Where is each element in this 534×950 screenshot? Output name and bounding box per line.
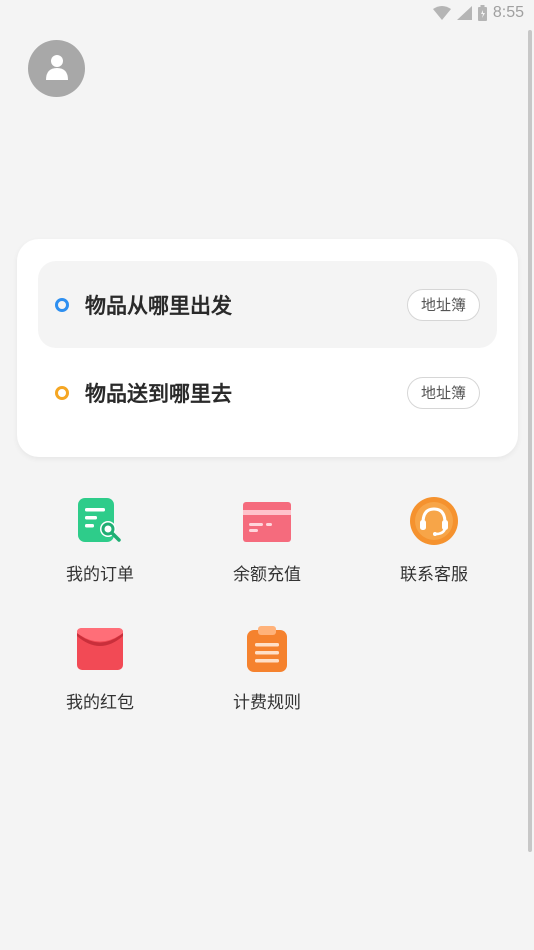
- from-address-book-button[interactable]: 地址簿: [407, 288, 480, 321]
- feature-top-up[interactable]: 余额充值: [197, 496, 337, 585]
- to-address-book-button[interactable]: 地址簿: [407, 376, 480, 409]
- feature-customer-service[interactable]: 联系客服: [364, 496, 504, 585]
- address-card: 物品从哪里出发 地址簿 物品送到哪里去 地址簿: [17, 239, 518, 457]
- from-address-label: 物品从哪里出发: [85, 293, 232, 318]
- wifi-icon: [432, 6, 451, 20]
- feature-my-orders[interactable]: 我的订单: [30, 496, 170, 585]
- from-address-row[interactable]: 物品从哪里出发 地址簿: [38, 261, 497, 348]
- feature-pricing-rules[interactable]: 计费规则: [197, 624, 337, 713]
- from-dot-icon: [55, 297, 69, 312]
- to-address-label: 物品送到哪里去: [85, 381, 232, 406]
- clipboard-icon: [242, 624, 292, 674]
- feature-label: 余额充值: [233, 565, 301, 585]
- headset-icon: [409, 496, 459, 546]
- feature-label: 联系客服: [400, 565, 468, 585]
- status-bar: 8:55: [0, 0, 534, 26]
- red-packet-icon: [75, 624, 125, 674]
- avatar[interactable]: [28, 40, 85, 97]
- card-icon: [242, 496, 292, 546]
- feature-red-packets[interactable]: 我的红包: [30, 624, 170, 713]
- to-address-row[interactable]: 物品送到哪里去 地址簿: [38, 349, 497, 436]
- to-dot-icon: [55, 385, 69, 400]
- scroll-indicator: [528, 30, 532, 852]
- status-time: 8:55: [492, 4, 524, 21]
- battery-icon: [477, 5, 487, 21]
- signal-icon: [456, 6, 472, 20]
- feature-label: 我的订单: [66, 565, 134, 585]
- feature-label: 我的红包: [66, 693, 134, 713]
- user-icon: [45, 54, 69, 84]
- feature-label: 计费规则: [233, 693, 301, 713]
- order-search-icon: [75, 496, 125, 546]
